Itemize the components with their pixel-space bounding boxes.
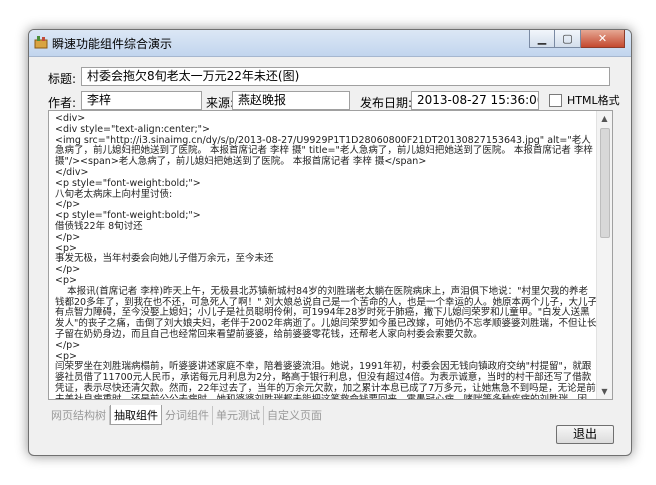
window-controls: ▁ ▢ ✕ bbox=[529, 30, 625, 49]
app-icon bbox=[34, 36, 48, 49]
date-field[interactable]: 2013-08-27 15:36:00 bbox=[411, 91, 539, 110]
html-format-checkbox[interactable]: HTML格式 bbox=[549, 92, 620, 108]
author-field[interactable]: 李梓 bbox=[81, 91, 202, 110]
scroll-thumb[interactable] bbox=[600, 128, 610, 238]
tab-3[interactable]: 单元测试 bbox=[213, 406, 264, 425]
tab-1[interactable]: 抽取组件 bbox=[110, 405, 162, 425]
title-bar[interactable]: 瞬速功能组件综合演示 ▁ ▢ ✕ bbox=[29, 30, 631, 57]
checkbox-box[interactable] bbox=[549, 93, 562, 107]
tab-0[interactable]: 网页结构树 bbox=[48, 406, 110, 425]
exit-button[interactable]: 退出 bbox=[556, 425, 614, 444]
vertical-scrollbar[interactable]: ▲ ▼ bbox=[596, 111, 612, 399]
title-field[interactable]: 村委会拖欠8旬老太一万元22年未还(图) bbox=[81, 67, 610, 86]
close-button[interactable]: ✕ bbox=[581, 30, 625, 48]
content-text: <div> <div style="text-align:center;"> <… bbox=[55, 113, 597, 400]
date-label: 发布日期: bbox=[360, 96, 413, 110]
scroll-up-arrow-icon[interactable]: ▲ bbox=[597, 111, 612, 126]
content-textarea[interactable]: <div> <div style="text-align:center;"> <… bbox=[48, 110, 613, 400]
source-label: 来源: bbox=[206, 96, 235, 110]
maximize-button[interactable]: ▢ bbox=[555, 30, 581, 48]
title-label: 标题: bbox=[48, 72, 77, 86]
main-window: 瞬速功能组件综合演示 ▁ ▢ ✕ 标题: 村委会拖欠8旬老太一万元22年未还(图… bbox=[28, 29, 632, 456]
source-field[interactable]: 燕赵晚报 bbox=[232, 91, 350, 110]
tab-4[interactable]: 自定义页面 bbox=[264, 406, 325, 425]
minimize-button[interactable]: ▁ bbox=[529, 30, 555, 48]
window-title: 瞬速功能组件综合演示 bbox=[52, 37, 173, 51]
author-label: 作者: bbox=[48, 96, 77, 110]
scroll-down-arrow-icon[interactable]: ▼ bbox=[597, 384, 612, 399]
html-format-label: HTML格式 bbox=[567, 94, 620, 107]
tab-strip: 网页结构树 抽取组件 分词组件 单元测试 自定义页面 bbox=[48, 405, 325, 425]
tab-2[interactable]: 分词组件 bbox=[162, 406, 213, 425]
